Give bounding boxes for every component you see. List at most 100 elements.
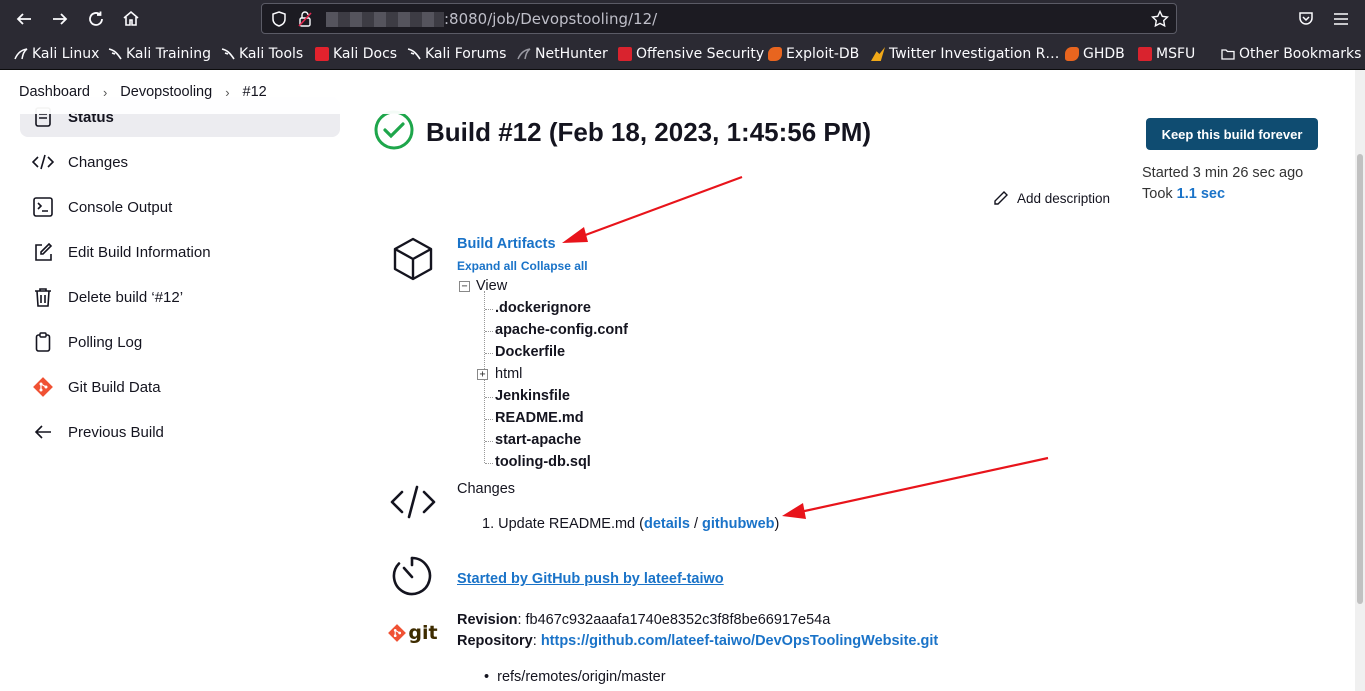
bookmark-ghdb[interactable]: GHDB — [1065, 45, 1125, 63]
sidebar-item-changes[interactable]: Changes — [20, 142, 340, 182]
repository-separator: : — [532, 633, 541, 649]
duration-text: Took 1.1 sec — [1142, 186, 1225, 202]
bookmarks-toolbar: Kali Linux Kali Training Kali Tools Kali… — [0, 38, 1365, 70]
edit-icon — [32, 241, 54, 263]
collapse-all-link[interactable]: Collapse all — [521, 259, 588, 273]
breadcrumb-dashboard[interactable]: Dashboard — [19, 84, 90, 100]
bookmark-offensive-security[interactable]: Offensive Security — [618, 45, 764, 63]
back-icon[interactable] — [12, 7, 36, 31]
bookmark-label: NetHunter — [535, 46, 608, 62]
pocket-icon[interactable] — [1294, 7, 1318, 31]
breadcrumb-job[interactable]: Devopstooling — [120, 84, 212, 100]
pencil-icon — [993, 190, 1009, 206]
sidebar-item-previous-build[interactable]: Previous Build — [20, 412, 340, 452]
sidebar-item-label: Delete build ‘#12’ — [68, 288, 184, 306]
kali-dragon-icon — [221, 47, 235, 61]
home-icon[interactable] — [119, 7, 143, 31]
insecure-lock-icon[interactable] — [296, 10, 314, 28]
bookmark-star-icon[interactable] — [1150, 9, 1170, 29]
build-cause-link[interactable]: Started by GitHub push by lateef-taiwo — [457, 571, 724, 587]
timer-icon — [390, 554, 434, 598]
change-number: 1. — [482, 516, 495, 532]
chevron-right-icon: › — [102, 84, 108, 100]
annotation-arrow — [782, 456, 1049, 519]
expand-collapse-controls: Expand all Collapse all — [457, 259, 588, 273]
bookmark-label: Other Bookmarks — [1239, 46, 1362, 62]
sidebar-item-label: Changes — [68, 153, 129, 171]
artifact-folder[interactable]: html — [495, 366, 522, 382]
redacted-host — [326, 12, 444, 27]
sidebar-item-polling-log[interactable]: Polling Log — [20, 322, 340, 362]
build-artifacts-link[interactable]: Build Artifacts — [457, 236, 556, 252]
kali-docs-icon — [315, 47, 329, 61]
bookmark-kali-training[interactable]: Kali Training — [108, 45, 211, 63]
artifact-file[interactable]: start-apache — [495, 432, 581, 448]
bookmark-label: MSFU — [1156, 46, 1196, 62]
kali-dragon-icon — [108, 47, 122, 61]
keep-build-forever-button[interactable]: Keep this build forever — [1146, 118, 1318, 150]
expand-all-link[interactable]: Expand all — [457, 259, 517, 273]
change-close-paren: ) — [774, 516, 780, 532]
bookmark-kali-docs[interactable]: Kali Docs — [315, 45, 397, 63]
sidebar-item-git-build-data[interactable]: Git Build Data — [20, 367, 340, 407]
sidebar-item-delete-build[interactable]: Delete build ‘#12’ — [20, 277, 340, 317]
changes-heading: Changes — [457, 481, 516, 497]
git-repository: Repository: https://github.com/lateef-ta… — [457, 633, 938, 649]
collapse-minus-icon[interactable]: − — [459, 280, 470, 292]
exploitdb-icon — [768, 47, 782, 61]
artifact-file[interactable]: Dockerfile — [495, 344, 565, 360]
git-ref-item: • refs/remotes/origin/master — [484, 669, 666, 685]
terminal-icon — [32, 196, 54, 218]
expand-plus-icon[interactable]: + — [477, 369, 488, 380]
sidebar-item-label: Git Build Data — [68, 378, 161, 396]
add-description-button[interactable]: Add description — [993, 190, 1110, 206]
trash-icon — [32, 286, 54, 308]
menu-icon[interactable] — [1329, 7, 1353, 31]
bookmark-msfu[interactable]: MSFU — [1138, 45, 1195, 63]
artifact-file[interactable]: README.md — [495, 410, 584, 426]
url-text[interactable]: :8080/job/Devopstooling/12/ — [444, 10, 657, 28]
repository-url-link[interactable]: https://github.com/lateef-taiwo/DevOpsTo… — [541, 633, 938, 649]
bookmark-label: Kali Linux — [32, 46, 100, 62]
build-header: Build #12 (Feb 18, 2023, 1:45:56 PM) — [374, 110, 871, 154]
annotation-arrow — [562, 175, 743, 243]
code-icon — [32, 151, 54, 173]
forward-icon[interactable] — [48, 7, 72, 31]
bookmark-nethunter[interactable]: NetHunter — [517, 45, 608, 63]
tree-root-label: View — [476, 278, 508, 294]
success-check-icon — [374, 110, 414, 154]
artifact-file[interactable]: Jenkinsfile — [495, 388, 570, 404]
bookmark-kali-linux[interactable]: Kali Linux — [14, 45, 99, 63]
tree-connector — [485, 419, 493, 420]
artifact-file[interactable]: .dockerignore — [495, 300, 591, 316]
shield-icon[interactable] — [270, 10, 288, 28]
tree-connector — [485, 463, 493, 464]
jenkins-page: Status Changes Console Output Edit Build… — [0, 70, 1365, 691]
breadcrumb: Dashboard › Devopstooling › #12 — [0, 70, 1355, 114]
artifact-file[interactable]: tooling-db.sql — [495, 454, 591, 470]
bookmark-label: Kali Training — [126, 46, 211, 62]
reload-icon[interactable] — [84, 7, 108, 31]
revision-label: Revision — [457, 612, 518, 628]
bookmark-label: Kali Tools — [239, 46, 304, 62]
took-label: Took — [1142, 186, 1177, 202]
bookmark-kali-forums[interactable]: Kali Forums — [407, 45, 506, 63]
change-githubweb-link[interactable]: githubweb — [702, 516, 775, 532]
breadcrumb-build[interactable]: #12 — [243, 84, 267, 100]
bookmark-twitter-investigation[interactable]: Twitter Investigation R… — [871, 45, 1059, 63]
scrollbar-thumb[interactable] — [1357, 154, 1363, 604]
bookmark-exploit-db[interactable]: Exploit-DB — [768, 45, 859, 63]
tree-connector — [485, 331, 493, 332]
bookmark-kali-tools[interactable]: Kali Tools — [221, 45, 303, 63]
change-details-link[interactable]: details — [644, 516, 690, 532]
bookmark-other-bookmarks[interactable]: Other Bookmarks — [1221, 45, 1361, 63]
page-scrollbar[interactable] — [1355, 70, 1365, 691]
sidebar-item-console-output[interactable]: Console Output — [20, 187, 340, 227]
artifact-file[interactable]: apache-config.conf — [495, 322, 628, 338]
duration-link[interactable]: 1.1 sec — [1177, 186, 1225, 202]
revision-value: : fb467c932aaafa1740e8352c3f8f8be66917e5… — [517, 612, 831, 628]
sidebar-item-edit-build-information[interactable]: Edit Build Information — [20, 232, 340, 272]
url-bar[interactable]: :8080/job/Devopstooling/12/ — [261, 3, 1177, 34]
bullet: • — [484, 669, 498, 685]
git-logo-icon: git — [387, 618, 439, 648]
